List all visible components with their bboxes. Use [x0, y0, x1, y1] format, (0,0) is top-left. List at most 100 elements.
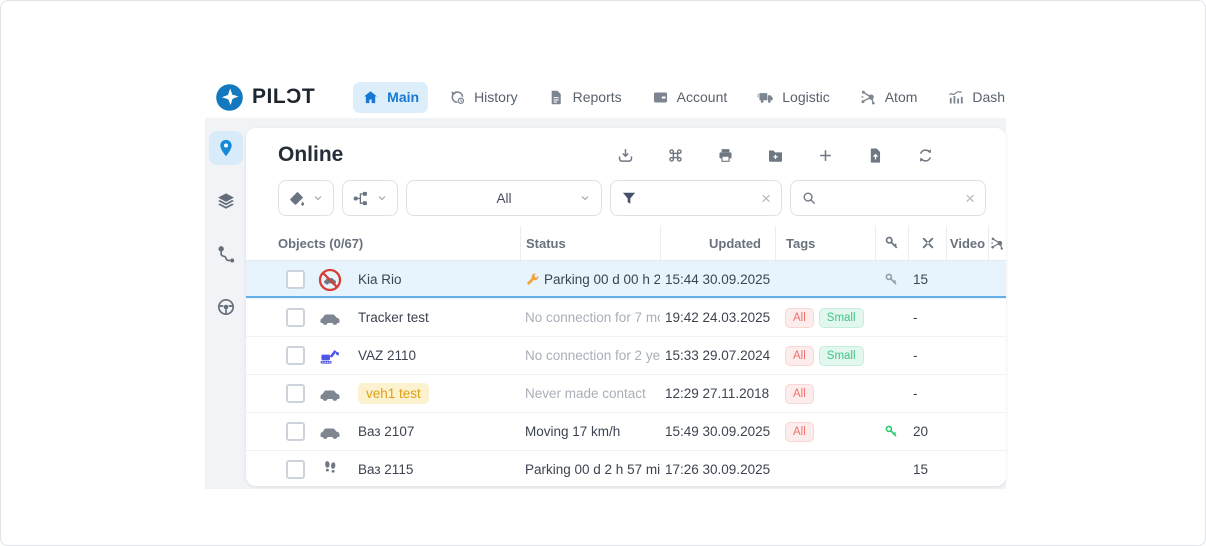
header-tags[interactable]: Tags: [775, 226, 875, 260]
chevron-down-icon: [579, 192, 591, 204]
status-text: No connection for 7 months: [525, 310, 660, 325]
table-row[interactable]: Kia Rio Parking 00 d 00 h 20 min 15:44 3…: [246, 261, 1006, 299]
sidebar-item-driving[interactable]: [209, 290, 243, 324]
group-select-value: All: [496, 191, 511, 206]
nav-item-label: Atom: [885, 89, 918, 105]
command-icon: [667, 147, 684, 164]
clear-search-icon[interactable]: ×: [965, 190, 975, 207]
header-status[interactable]: Status: [520, 226, 660, 260]
nav-item-main[interactable]: Main: [353, 82, 428, 113]
tag-badge: All: [785, 346, 814, 366]
nav-item-history[interactable]: History: [440, 82, 527, 113]
updated-cell: 15:44 30.09.2025: [660, 272, 775, 287]
chevron-down-icon: [312, 192, 324, 204]
sidebar-item-routes[interactable]: [209, 237, 243, 271]
atom-icon: [990, 236, 1005, 251]
route-icon: [216, 244, 236, 264]
filter-field: ×: [610, 180, 782, 216]
row-checkbox[interactable]: [286, 308, 305, 327]
nav-item-label: Logistic: [782, 89, 829, 105]
status-cell: No connection for 2 years: [520, 348, 660, 363]
tree-icon: [352, 190, 369, 207]
tag-badge: All: [785, 308, 814, 328]
status-cell: Moving 17 km/h: [520, 424, 660, 439]
car-blocked-icon: [318, 268, 342, 292]
add-object-button[interactable]: [817, 147, 834, 164]
filter-input[interactable]: [645, 190, 753, 207]
app-body: Online All: [205, 118, 1006, 489]
table-body: Kia Rio Parking 00 d 00 h 20 min 15:44 3…: [246, 261, 1006, 486]
sidebar-item-monitoring[interactable]: [209, 131, 243, 165]
tags-cell: All: [775, 384, 875, 404]
header-service[interactable]: [908, 226, 946, 260]
table-row[interactable]: Ваз 2115 Parking 00 d 2 h 57 min 17:26 3…: [246, 451, 1006, 486]
status-text: No connection for 2 years: [525, 348, 660, 363]
select-tools-button[interactable]: [667, 147, 684, 164]
logo[interactable]: PILƆT: [205, 83, 315, 112]
nav-item-logistic[interactable]: Logistic: [748, 82, 838, 113]
fill-color-dropdown[interactable]: [278, 180, 334, 216]
header-key[interactable]: [875, 226, 908, 260]
grouping-dropdown[interactable]: [342, 180, 398, 216]
row-checkbox[interactable]: [286, 460, 305, 479]
updated-cell: 15:33 29.07.2024: [660, 348, 775, 363]
clear-filter-icon[interactable]: ×: [761, 190, 771, 207]
excavator-icon: [318, 344, 342, 368]
search-input[interactable]: [825, 190, 957, 207]
wallet-icon: [652, 89, 669, 106]
value-cell: 20: [908, 424, 946, 439]
header-atom[interactable]: [988, 226, 1006, 260]
updated-cell: 19:42 24.03.2025: [660, 310, 775, 325]
bucket-icon: [288, 190, 305, 207]
row-checkbox[interactable]: [286, 422, 305, 441]
sidebar: [205, 118, 246, 489]
truck-icon: [757, 89, 774, 106]
import-file-button[interactable]: [867, 147, 884, 164]
refresh-button[interactable]: [917, 147, 934, 164]
nav-item-label: Main: [387, 89, 419, 105]
filter-row: All × ×: [246, 173, 1006, 226]
nav-item-label: Dashboard: [972, 89, 1006, 105]
print-button[interactable]: [717, 147, 734, 164]
header-updated[interactable]: Updated: [660, 226, 775, 260]
nav-item-atom[interactable]: Atom: [851, 82, 927, 113]
row-checkbox[interactable]: [286, 346, 305, 365]
page-title: Online: [278, 143, 343, 167]
nav-item-reports[interactable]: Reports: [539, 82, 631, 113]
folder-plus-icon: [767, 147, 784, 164]
table-row[interactable]: veh1 test Never made contact 12:29 27.11…: [246, 375, 1006, 413]
tag-badge: Small: [819, 308, 864, 328]
key-icon: [884, 424, 899, 439]
tag-badge: Small: [819, 346, 864, 366]
logo-text: PILƆT: [252, 85, 315, 109]
table-row[interactable]: Ваз 2107 Moving 17 km/h 15:49 30.09.2025…: [246, 413, 1006, 451]
file-upload-icon: [867, 147, 884, 164]
sidebar-item-layers[interactable]: [209, 184, 243, 218]
page: PILƆT Main History Reports Account Logistic A…: [0, 0, 1206, 546]
vehicle-name: Kia Rio: [358, 272, 402, 287]
header-video[interactable]: Video: [946, 226, 988, 260]
value-cell: -: [908, 310, 946, 325]
download-icon: [617, 147, 634, 164]
table-row[interactable]: Tracker test No connection for 7 months …: [246, 299, 1006, 337]
funnel-icon: [621, 190, 637, 206]
search-field: ×: [790, 180, 986, 216]
group-select[interactable]: All: [406, 180, 602, 216]
status-text: Moving 17 km/h: [525, 424, 620, 439]
home-icon: [362, 89, 379, 106]
add-folder-button[interactable]: [767, 147, 784, 164]
nav-item-account[interactable]: Account: [643, 82, 737, 113]
table-row[interactable]: VAZ 2110 No connection for 2 years 15:33…: [246, 337, 1006, 375]
online-panel: Online All: [246, 128, 1006, 486]
row-checkbox[interactable]: [286, 384, 305, 403]
logo-icon: [215, 83, 244, 112]
search-icon: [801, 190, 817, 206]
toolbar: [617, 147, 934, 164]
status-cell: Never made contact: [520, 386, 660, 401]
chart-icon: [947, 89, 964, 106]
export-button[interactable]: [617, 147, 634, 164]
header-objects[interactable]: Objects (0/67): [246, 226, 520, 260]
nav-item-dashboard[interactable]: Dashboard: [938, 82, 1006, 113]
row-checkbox[interactable]: [286, 270, 305, 289]
layers-icon: [216, 191, 236, 211]
